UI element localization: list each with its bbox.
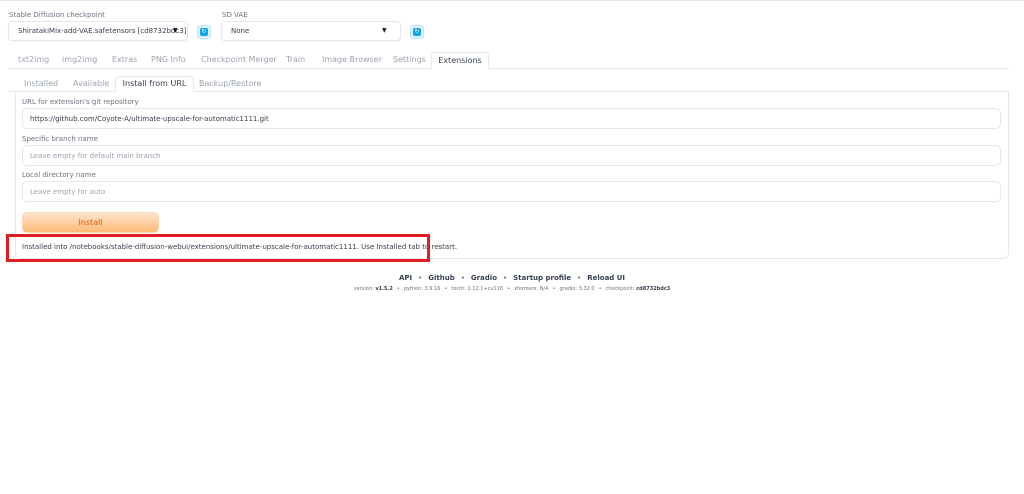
tab-txt2img[interactable]: txt2img	[18, 55, 49, 64]
footer-separator: •	[552, 286, 556, 292]
version-value: v1.5.2	[375, 286, 393, 292]
top-divider	[0, 0, 1024, 1]
branch-input[interactable]	[22, 145, 1001, 166]
vae-label: SD VAE	[222, 11, 248, 19]
extensions-subtab-bar: Installed Available Install from URL Bac…	[8, 76, 1009, 92]
subtab-install-from-url[interactable]: Install from URL	[115, 76, 194, 92]
tab-checkpoint-merger[interactable]: Checkpoint Merger	[201, 55, 277, 64]
subtab-installed[interactable]: Installed	[24, 79, 58, 88]
footer-link-gradio[interactable]: Gradio	[471, 274, 497, 282]
footer-link-reload-ui[interactable]: Reload UI	[587, 274, 625, 282]
xformers-version: xformers: N/A	[514, 286, 549, 292]
tab-extensions[interactable]: Extensions	[431, 52, 489, 69]
url-label: URL for extension's git repository	[22, 98, 139, 106]
footer-links: API • Github • Gradio • Startup profile • Reload…	[0, 274, 1024, 282]
dir-label: Local directory name	[22, 171, 96, 179]
vae-refresh-button[interactable]: ↻	[410, 25, 424, 39]
checkpoint-label: Stable Diffusion checkpoint	[9, 11, 105, 19]
tab-img2img[interactable]: img2img	[62, 55, 97, 64]
footer-separator: •	[444, 286, 448, 292]
footer-separator: •	[503, 274, 508, 282]
footer-link-api[interactable]: API	[399, 274, 412, 282]
footer-separator: •	[507, 286, 511, 292]
gradio-version: gradio: 3.32.0	[559, 286, 595, 292]
checkpoint-hash-label: checkpoint:	[605, 286, 635, 292]
tab-train[interactable]: Train	[286, 55, 305, 64]
footer-separator: •	[460, 274, 465, 282]
chevron-down-icon: ▼	[173, 27, 178, 34]
version-label: version:	[353, 286, 374, 292]
tab-settings[interactable]: Settings	[393, 55, 426, 64]
url-input[interactable]	[22, 108, 1001, 129]
checkpoint-refresh-button[interactable]: ↻	[197, 25, 211, 39]
tab-image-browser[interactable]: Image Browser	[322, 55, 382, 64]
chevron-down-icon: ▼	[382, 27, 387, 34]
tab-png-info[interactable]: PNG Info	[151, 55, 186, 64]
install-button[interactable]: Install	[22, 212, 159, 233]
torch-version: torch: 1.12.1+cu116	[451, 286, 504, 292]
footer-separator: •	[598, 286, 602, 292]
subtab-backup-restore[interactable]: Backup/Restore	[199, 79, 261, 88]
footer-separator: •	[418, 274, 423, 282]
refresh-icon: ↻	[413, 28, 421, 36]
checkpoint-value: ShiratakiMix-add-VAE.safetensors [cd8732…	[18, 27, 187, 35]
footer-link-startup-profile[interactable]: Startup profile	[513, 274, 571, 282]
tab-extras[interactable]: Extras	[112, 55, 137, 64]
refresh-icon: ↻	[200, 28, 208, 36]
subtab-available[interactable]: Available	[73, 79, 109, 88]
footer-separator: •	[577, 274, 582, 282]
checkpoint-hash-value: cd8732bdc3	[636, 286, 671, 292]
footer-link-github[interactable]: Github	[428, 274, 454, 282]
footer-separator: •	[396, 286, 400, 292]
vae-dropdown[interactable]: None ▼	[221, 21, 401, 41]
vae-value: None	[231, 27, 250, 35]
python-version: python: 3.9.16	[403, 286, 441, 292]
checkpoint-dropdown[interactable]: ShiratakiMix-add-VAE.safetensors [cd8732…	[8, 21, 188, 41]
branch-label: Specific branch name	[22, 135, 98, 143]
highlight-annotation-box	[6, 234, 430, 262]
footer-versions: version: v1.5.2 • python: 3.9.16 • torch: 1.…	[0, 286, 1024, 292]
main-tab-bar: txt2img img2img Extras PNG Info Checkpoi…	[8, 52, 1009, 69]
dir-input[interactable]	[22, 181, 1001, 202]
